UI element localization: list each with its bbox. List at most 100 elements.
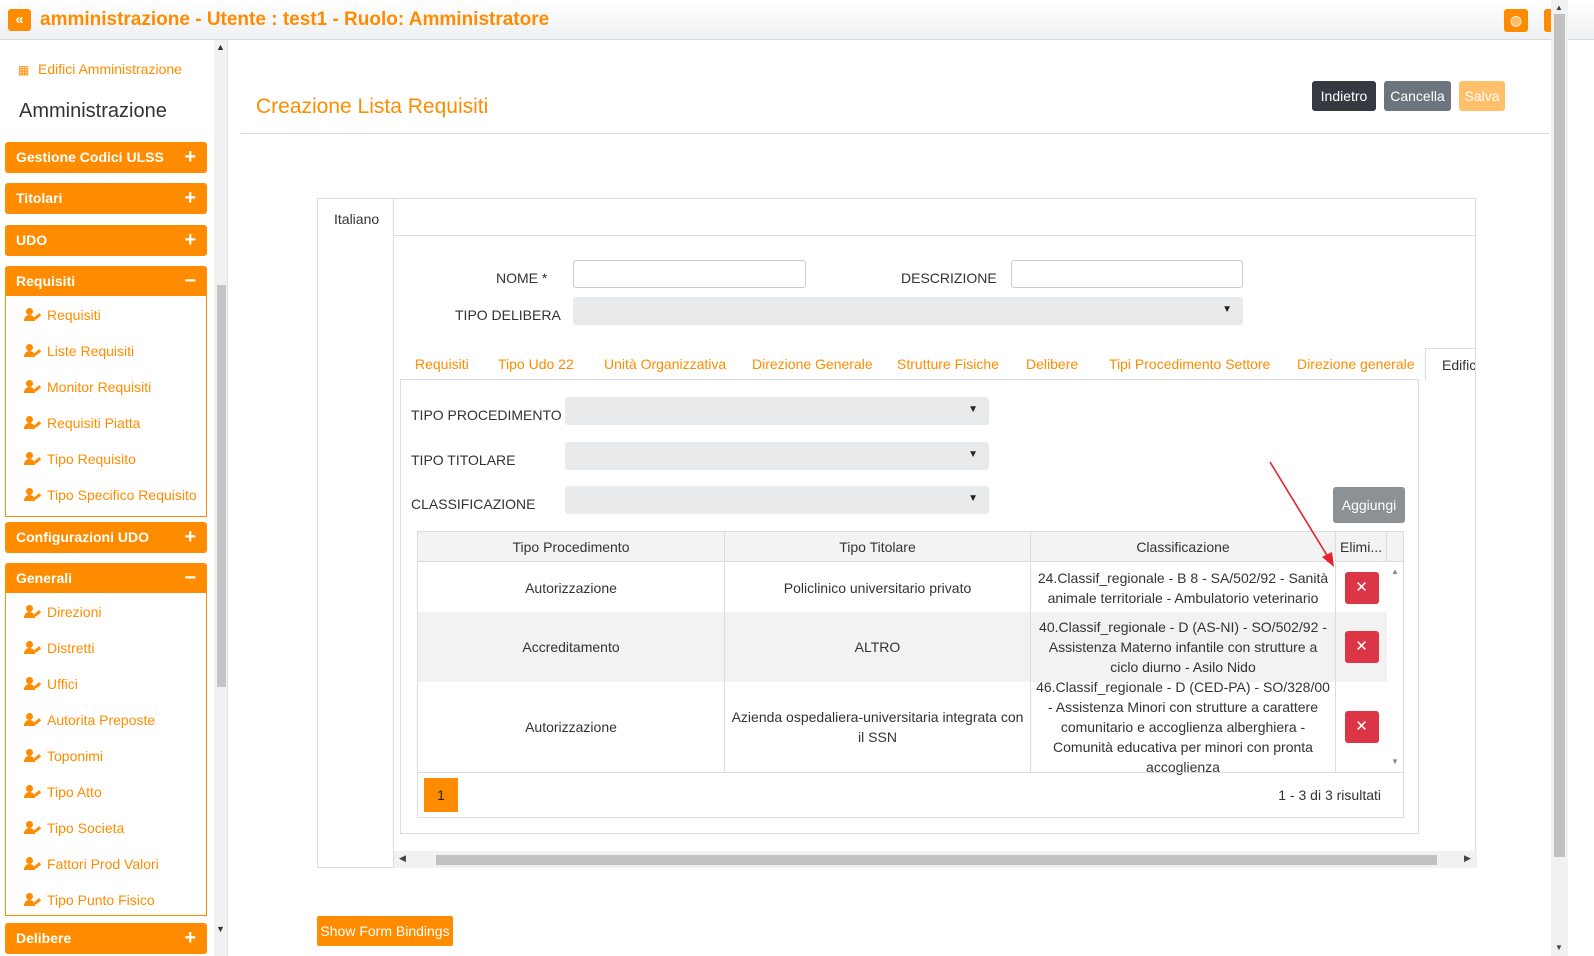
back-button[interactable]: Indietro (1312, 81, 1376, 111)
tab-direzione-generale-2[interactable]: Direzione generale (1297, 356, 1415, 372)
grid-header: Tipo Procedimento Tipo Titolare Classifi… (418, 532, 1403, 562)
scroll-down-icon[interactable]: ▼ (216, 924, 225, 934)
scroll-up-icon[interactable]: ▲ (216, 42, 225, 52)
tab-direzione-generale[interactable]: Direzione Generale (752, 356, 873, 372)
sidebar-item-toponimi[interactable]: Toponimi (6, 738, 206, 774)
show-form-bindings-button[interactable]: Show Form Bindings (317, 916, 453, 946)
cell-tipo-titolare: Policlinico universitario privato (725, 563, 1031, 612)
sidebar-item-uffici[interactable]: Uffici (6, 666, 206, 702)
sidebar-item-requisiti-piatta[interactable]: Requisiti Piatta (6, 405, 206, 441)
sidebar-item-label: Toponimi (47, 748, 104, 764)
tipo-procedimento-label: TIPO PROCEDIMENTO (411, 407, 562, 423)
tipo-delibera-label: TIPO DELIBERA (455, 307, 561, 323)
grid-scrollbar[interactable]: ▲ ▼ (1387, 563, 1403, 772)
page-button-1[interactable]: 1 (424, 778, 458, 812)
sidebar-item-distretti[interactable]: Distretti (6, 630, 206, 666)
sidebar-item-monitor-requisiti[interactable]: Monitor Requisiti (6, 369, 206, 405)
scroll-down-icon[interactable]: ▼ (1391, 757, 1399, 766)
nome-input[interactable] (573, 260, 806, 288)
classificazione-select[interactable]: ▼ (565, 486, 989, 514)
main-content: Creazione Lista Requisiti Indietro Cance… (229, 40, 1550, 956)
sidebar-item-liste-requisiti[interactable]: Liste Requisiti (6, 333, 206, 369)
menu-group-udo[interactable]: UDO + (5, 225, 207, 256)
edifici-amministrazione-link[interactable]: ▦ Edifici Amministrazione (18, 61, 182, 77)
column-header-classificazione[interactable]: Classificazione (1031, 532, 1336, 562)
tipo-procedimento-select[interactable]: ▼ (565, 397, 989, 425)
plus-icon: + (184, 187, 196, 209)
column-header-tipo-titolare[interactable]: Tipo Titolare (725, 532, 1031, 562)
tipo-delibera-select[interactable]: ▼ (573, 297, 1243, 325)
user-edit-icon (24, 605, 42, 619)
user-edit-icon (24, 857, 42, 871)
language-panel: NOME * DESCRIZIONE TIPO DELIBERA ▼ Requi… (393, 235, 1477, 868)
sidebar-item-direzioni[interactable]: Direzioni (6, 594, 206, 630)
sidebar-item-tipo-atto[interactable]: Tipo Atto (6, 774, 206, 810)
horizontal-scrollbar-thumb[interactable] (436, 855, 1437, 865)
sidebar-scrollbar-thumb[interactable] (217, 285, 226, 687)
tab-delibere[interactable]: Delibere (1026, 356, 1078, 372)
menu-group-label: Configurazioni UDO (16, 529, 149, 545)
minus-icon: − (184, 567, 196, 589)
scroll-right-icon[interactable]: ▶ (1464, 853, 1471, 864)
scroll-up-icon[interactable]: ▲ (1391, 567, 1399, 576)
cell-elimina: ✕ (1336, 563, 1387, 612)
descrizione-input[interactable] (1011, 260, 1243, 288)
cell-classificazione: 46.Classif_regionale - D (CED-PA) - SO/3… (1031, 679, 1336, 775)
menu-group-gestione-codici-ulss[interactable]: Gestione Codici ULSS + (5, 142, 207, 173)
cell-tipo-procedimento: Accreditamento (418, 612, 725, 682)
tab-requisiti[interactable]: Requisiti (415, 356, 469, 372)
header-divider (241, 133, 1550, 134)
chevron-double-left-icon[interactable]: « (8, 9, 31, 31)
sidebar-item-tipo-requisito[interactable]: Tipo Requisito (6, 441, 206, 477)
tab-strutture-fisiche[interactable]: Strutture Fisiche (897, 356, 999, 372)
column-header-tipo-procedimento[interactable]: Tipo Procedimento (418, 532, 725, 562)
delete-button[interactable]: ✕ (1344, 631, 1379, 663)
column-header-elimina[interactable]: Elimi... (1336, 532, 1387, 562)
scroll-up-icon[interactable]: ▲ (1555, 3, 1563, 12)
menu-group-delibere[interactable]: Delibere + (5, 923, 207, 954)
sidebar-item-fattori-prod-valori[interactable]: Fattori Prod Valori (6, 846, 206, 882)
sidebar-scrollbar[interactable]: ▲ ▼ (214, 40, 227, 956)
sidebar-item-tipo-punto-fisico[interactable]: Tipo Punto Fisico (6, 882, 206, 918)
cancel-button[interactable]: Cancella (1384, 81, 1451, 111)
delete-button[interactable]: ✕ (1344, 711, 1379, 743)
scroll-down-icon[interactable]: ▼ (1555, 943, 1563, 952)
tab-italiano[interactable]: Italiano (317, 198, 394, 236)
save-button[interactable]: Salva (1459, 81, 1505, 111)
tab-tipo-udo-22[interactable]: Tipo Udo 22 (498, 356, 574, 372)
sidebar-item-label: Requisiti Piatta (47, 415, 141, 431)
sidebar-item-label: Direzioni (47, 604, 102, 620)
detail-tabs: Requisiti Tipo Udo 22 Unità Organizzativ… (400, 348, 1476, 380)
delete-button[interactable]: ✕ (1344, 571, 1379, 604)
menu-group-requisiti[interactable]: Requisiti − (5, 266, 207, 297)
menu-group-label: Delibere (16, 930, 72, 946)
tab-unita-organizzativa[interactable]: Unità Organizzativa (604, 356, 726, 372)
add-button[interactable]: Aggiungi (1333, 487, 1405, 523)
sidebar-item-autorita-preposte[interactable]: Autorita Preposte (6, 702, 206, 738)
sidebar-item-tipo-societa[interactable]: Tipo Societa (6, 810, 206, 846)
user-edit-icon (24, 488, 42, 502)
globe-icon[interactable]: ◍ (1504, 9, 1528, 32)
cell-tipo-titolare: Azienda ospedaliera-universitaria integr… (725, 682, 1031, 772)
building-icon: ▦ (18, 63, 30, 77)
user-edit-icon (24, 380, 42, 394)
menu-group-configurazioni-udo[interactable]: Configurazioni UDO + (5, 522, 207, 553)
tipo-titolare-select[interactable]: ▼ (565, 442, 989, 470)
sidebar-item-tipo-specifico-requisito[interactable]: Tipo Specifico Requisito (6, 477, 206, 513)
sidebar-section-title: Amministrazione (19, 100, 167, 122)
sidebar-item-label: Monitor Requisiti (47, 379, 152, 395)
menu-group-titolari[interactable]: Titolari + (5, 183, 207, 214)
tab-tipi-procedimento-settore[interactable]: Tipi Procedimento Settore (1109, 356, 1270, 372)
menu-group-label: Generali (16, 570, 73, 586)
page-scrollbar[interactable]: ▲ ▼ (1551, 0, 1568, 956)
sidebar-item-label: Fattori Prod Valori (47, 856, 159, 872)
user-edit-icon (24, 785, 42, 799)
sidebar-item-label: Tipo Atto (47, 784, 102, 800)
scroll-left-icon[interactable]: ◀ (399, 853, 406, 864)
tab-edifici[interactable]: Edifici (1425, 348, 1476, 380)
page-scrollbar-thumb[interactable] (1554, 14, 1565, 857)
sidebar-item-requisiti[interactable]: Requisiti (6, 297, 206, 333)
panel-horizontal-scrollbar[interactable]: ◀ ▶ (394, 851, 1477, 868)
results-count: 1 - 3 di 3 risultati (1278, 787, 1381, 803)
menu-group-generali[interactable]: Generali − (5, 563, 207, 594)
